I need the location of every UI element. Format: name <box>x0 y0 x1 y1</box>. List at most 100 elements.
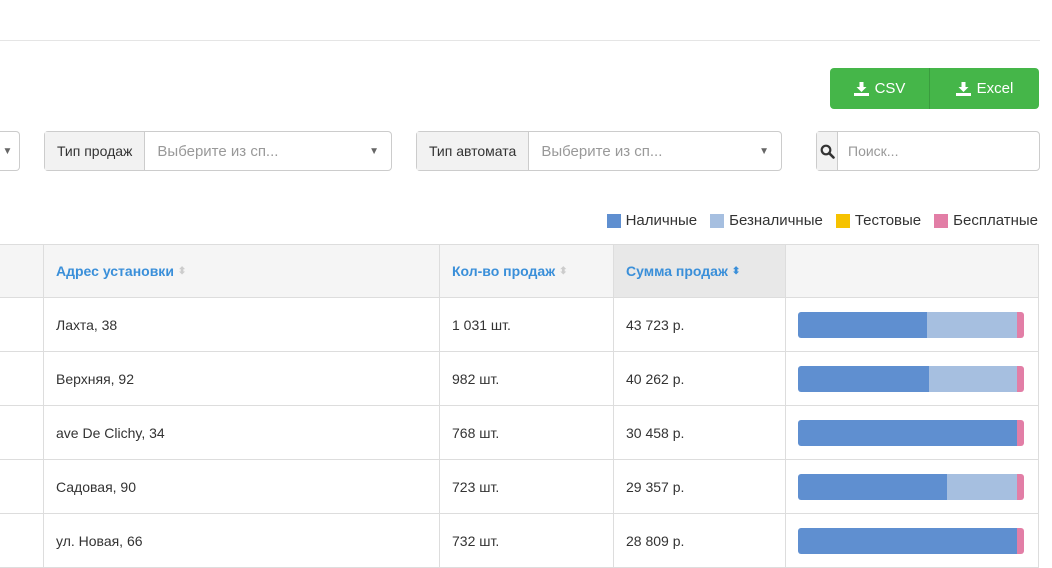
payment-split-bar <box>798 527 1024 554</box>
sales-sum-value: 30 458 р. <box>626 424 685 441</box>
search-box <box>816 131 1040 171</box>
table-row[interactable]: Лахта, 38 1 031 шт. 43 723 р. <box>0 298 1038 352</box>
address-value: Садовая, 90 <box>56 478 137 495</box>
payment-split-bar <box>798 473 1024 500</box>
column-header-sales-sum[interactable]: Сумма продаж ⬍ <box>614 245 786 297</box>
sales-type-select[interactable]: Выберите из сп... ▼ <box>145 132 391 170</box>
export-button-group: CSV Excel <box>830 68 1039 109</box>
row-index-cell <box>0 352 44 405</box>
legend-swatch <box>606 213 621 228</box>
address-value: ave De Clichy, 34 <box>56 424 165 441</box>
table-body: Лахта, 38 1 031 шт. 43 723 р. Верхняя, 92 98… <box>0 298 1038 568</box>
column-header-label: Адрес установки <box>56 263 174 279</box>
sales-type-filter-label: Тип продаж <box>45 132 146 170</box>
export-excel-button[interactable]: Excel <box>930 68 1039 109</box>
sales-count-cell: 982 шт. <box>440 352 614 405</box>
column-header-sales-count[interactable]: Кол-во продаж ⬍ <box>440 245 614 297</box>
column-header-index <box>0 245 44 297</box>
sort-icon: ⬍ <box>731 265 741 277</box>
address-cell: ул. Новая, 66 <box>44 514 440 567</box>
payment-split-cell <box>786 352 1038 405</box>
column-header-label: Сумма продаж <box>626 263 728 279</box>
machine-type-filter: Тип автомата Выберите из сп... ▼ <box>416 131 782 171</box>
address-cell: ave De Clichy, 34 <box>44 406 440 459</box>
bar-segment-cash <box>798 527 1018 554</box>
search-icon <box>820 144 835 159</box>
sales-sum-value: 28 809 р. <box>626 532 685 549</box>
filter-dropdown-partial[interactable]: ▼ <box>0 131 20 171</box>
export-csv-button[interactable]: CSV <box>830 68 930 109</box>
legend-label: Тестовые <box>854 212 922 229</box>
sales-sum-cell: 30 458 р. <box>614 406 786 459</box>
sales-sum-cell: 29 357 р. <box>614 460 786 513</box>
bar-segment-cashless <box>929 365 1018 392</box>
payment-split-cell <box>786 460 1038 513</box>
table-row[interactable]: Садовая, 90 723 шт. 29 357 р. <box>0 460 1038 514</box>
download-icon <box>853 81 869 96</box>
table-header: Адрес установки ⬍ Кол-во продаж ⬍ Сумма … <box>0 245 1038 298</box>
bar-segment-cashless <box>926 311 1018 338</box>
chart-legend: Наличные Безналичные Тестовые Бесплатные <box>594 212 1038 229</box>
bar-segment-cash <box>798 473 948 500</box>
export-csv-label: CSV <box>874 80 906 97</box>
sales-count-value: 723 шт. <box>452 478 500 495</box>
search-button[interactable] <box>817 132 838 170</box>
table-row[interactable]: Верхняя, 92 982 шт. 40 262 р. <box>0 352 1038 406</box>
sort-icon: ⬍ <box>559 265 568 277</box>
legend-label: Безналичные <box>729 212 823 229</box>
bar-segment-cashless <box>947 473 1018 500</box>
address-cell: Лахта, 38 <box>44 298 440 351</box>
sales-count-cell: 723 шт. <box>440 460 614 513</box>
bar-segment-free <box>1017 365 1024 392</box>
bar-segment-cash <box>798 311 927 338</box>
sales-sum-cell: 40 262 р. <box>614 352 786 405</box>
sales-table: Адрес установки ⬍ Кол-во продаж ⬍ Сумма … <box>0 244 1039 568</box>
sales-sum-cell: 28 809 р. <box>614 514 786 567</box>
sales-count-cell: 768 шт. <box>440 406 614 459</box>
machine-type-select-value: Выберите из сп... <box>541 142 663 160</box>
address-value: Лахта, 38 <box>56 316 118 333</box>
search-input[interactable] <box>838 132 1039 170</box>
download-icon <box>955 81 971 96</box>
legend-label: Бесплатные <box>953 212 1038 229</box>
address-value: Верхняя, 92 <box>56 370 134 387</box>
bar-segment-cash <box>798 419 1018 446</box>
payment-split-cell <box>786 406 1038 459</box>
legend-item-cashless: Безналичные <box>710 212 823 229</box>
sort-icon: ⬍ <box>177 265 187 277</box>
payment-split-cell <box>786 298 1038 351</box>
sales-count-value: 732 шт. <box>452 532 500 549</box>
sales-count-value: 1 031 шт. <box>452 316 511 333</box>
bar-segment-free <box>1017 527 1024 554</box>
chevron-down-icon: ▼ <box>759 145 769 157</box>
export-excel-label: Excel <box>976 80 1014 97</box>
row-index-cell <box>0 298 44 351</box>
sales-sum-value: 29 357 р. <box>626 478 685 495</box>
table-row[interactable]: ave De Clichy, 34 768 шт. 30 458 р. <box>0 406 1038 460</box>
machine-type-select[interactable]: Выберите из сп... ▼ <box>529 132 781 170</box>
table-row[interactable]: ул. Новая, 66 732 шт. 28 809 р. <box>0 514 1038 568</box>
sales-sum-value: 43 723 р. <box>626 316 685 333</box>
chevron-down-icon: ▼ <box>2 145 13 157</box>
sales-count-value: 768 шт. <box>452 424 500 441</box>
payment-split-bar <box>798 311 1024 338</box>
sales-count-cell: 732 шт. <box>440 514 614 567</box>
legend-swatch <box>934 213 949 228</box>
sales-sum-cell: 43 723 р. <box>614 298 786 351</box>
legend-item-cash: Наличные <box>606 212 698 229</box>
legend-item-test: Тестовые <box>835 212 922 229</box>
column-header-label: Кол-во продаж <box>452 263 556 279</box>
address-value: ул. Новая, 66 <box>56 532 143 549</box>
column-header-chart <box>786 245 1038 297</box>
row-index-cell <box>0 460 44 513</box>
bar-segment-free <box>1017 419 1024 446</box>
column-header-address[interactable]: Адрес установки ⬍ <box>44 245 440 297</box>
payment-split-bar <box>798 365 1024 392</box>
header-divider <box>0 40 1040 41</box>
row-index-cell <box>0 406 44 459</box>
address-cell: Верхняя, 92 <box>44 352 440 405</box>
sales-count-cell: 1 031 шт. <box>440 298 614 351</box>
payment-split-cell <box>786 514 1038 567</box>
sales-type-filter: Тип продаж Выберите из сп... ▼ <box>44 131 392 171</box>
legend-label: Наличные <box>625 212 698 229</box>
